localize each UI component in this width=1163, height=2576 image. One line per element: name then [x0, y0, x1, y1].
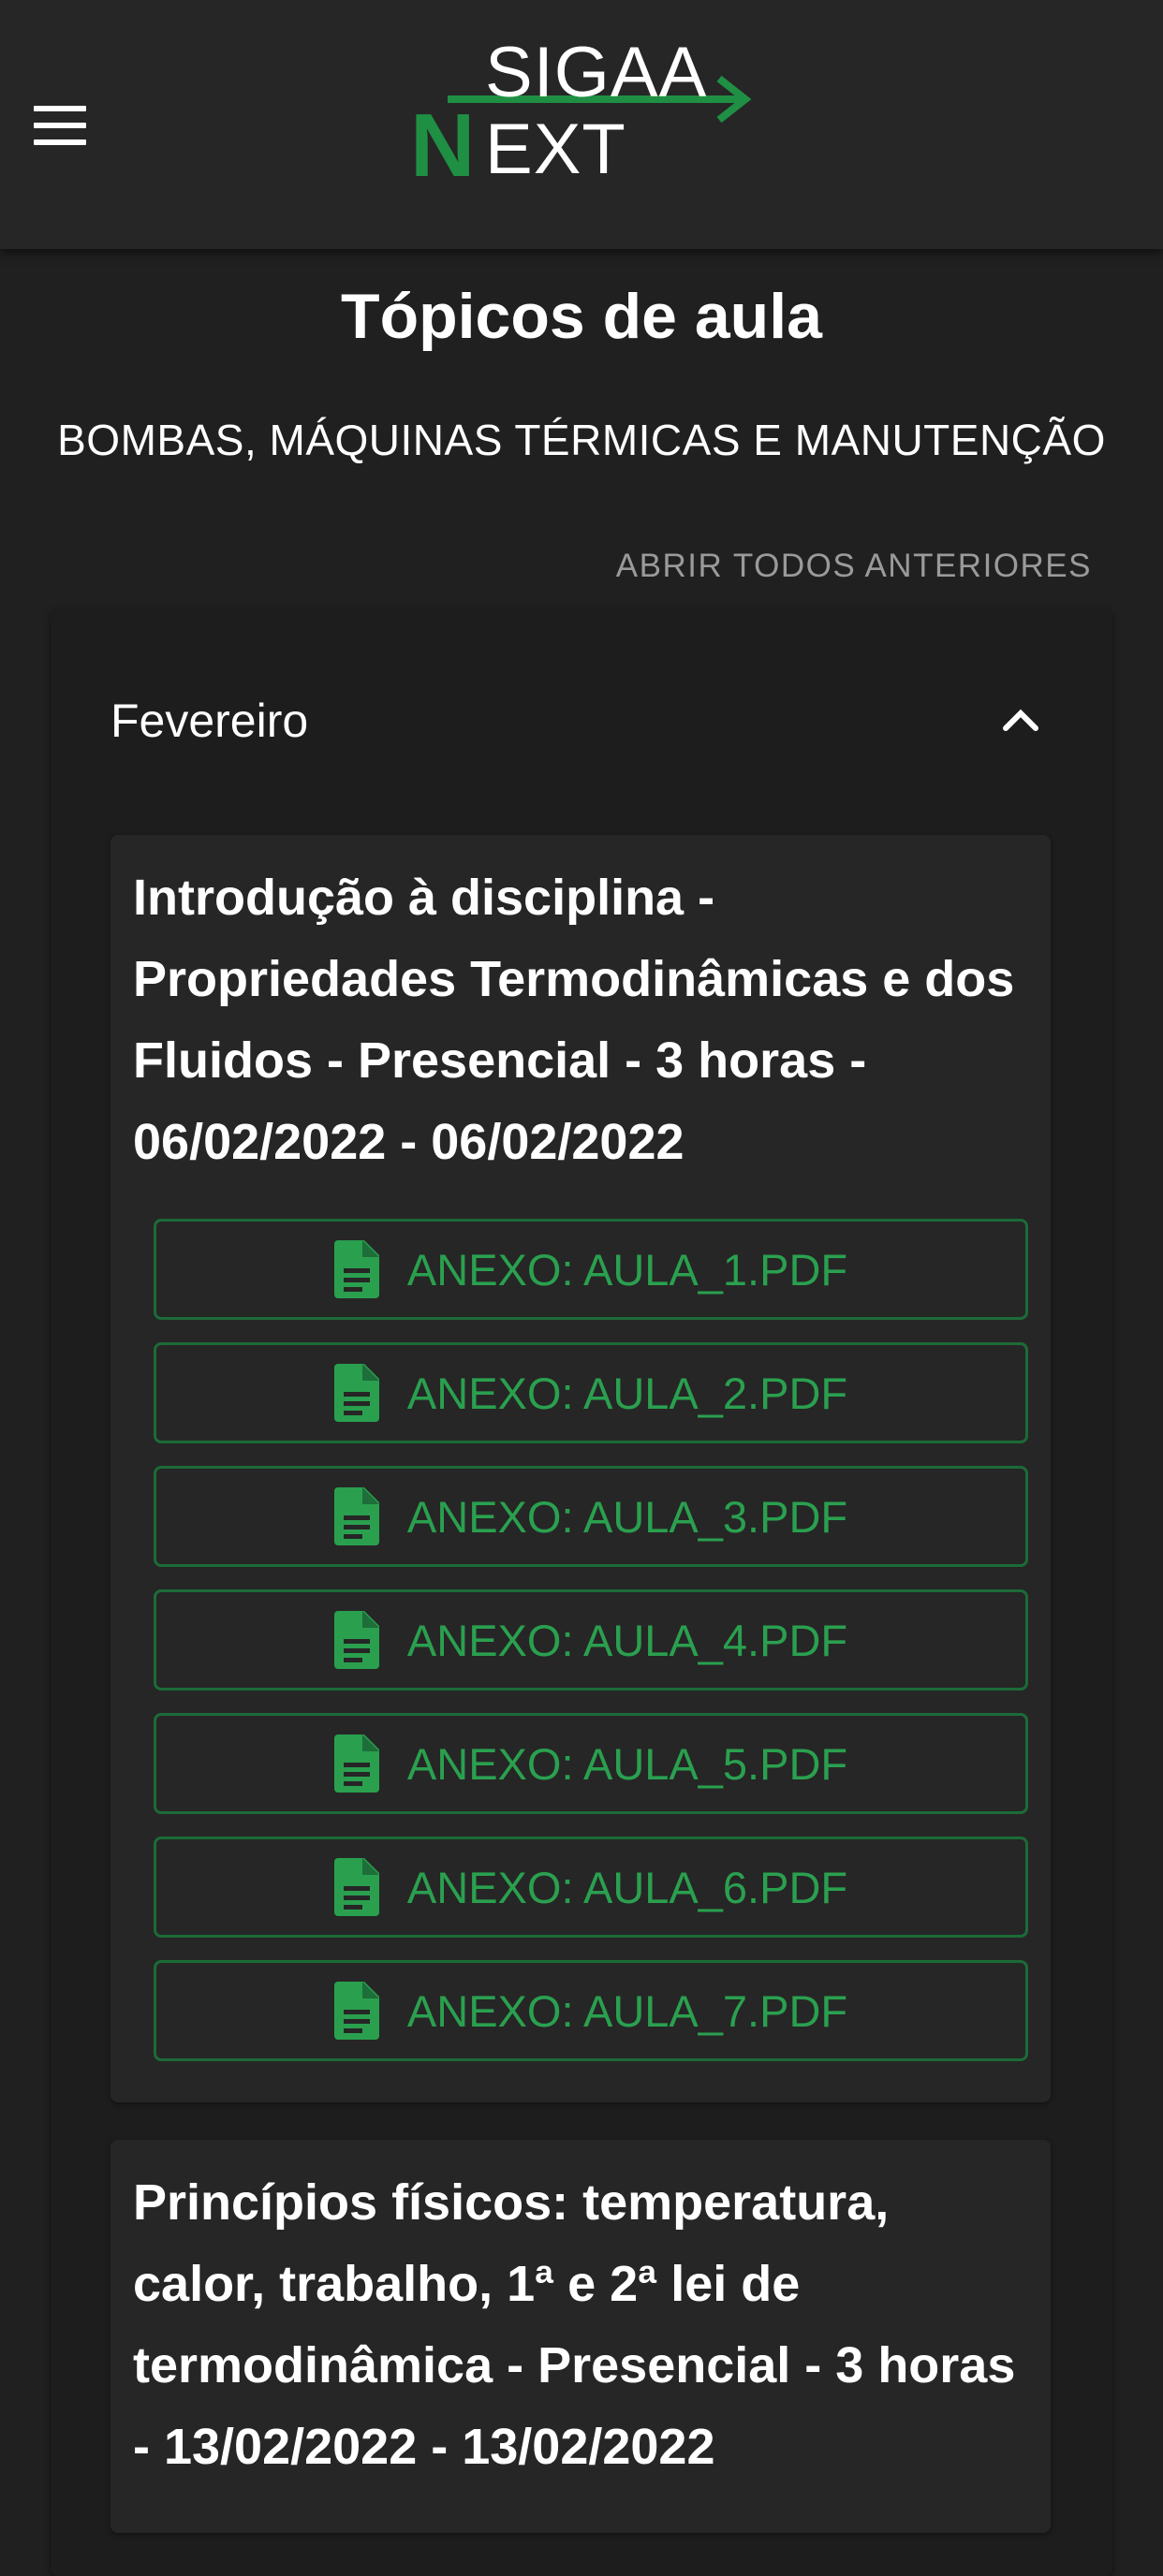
document-icon	[333, 1611, 379, 1669]
open-all-previous-button[interactable]: ABRIR TODOS ANTERIORES	[616, 545, 1092, 588]
attachment-label: ANEXO: AULA_2.PDF	[406, 1368, 848, 1418]
topic-card: Princípios físicos: temperatura, calor, …	[110, 2140, 1051, 2533]
attachment-button[interactable]: ANEXO: AULA_1.PDF	[154, 1219, 1028, 1320]
attachment-label: ANEXO: AULA_7.PDF	[406, 1985, 848, 2036]
attachment-button[interactable]: ANEXO: AULA_6.PDF	[154, 1837, 1028, 1938]
document-icon	[333, 1982, 379, 2040]
logo-text-sigaa: SIGAA	[485, 33, 708, 112]
chevron-up-icon	[1003, 709, 1038, 731]
document-icon	[333, 1364, 379, 1422]
attachment-label: ANEXO: AULA_3.PDF	[406, 1491, 848, 1542]
attachment-button[interactable]: ANEXO: AULA_5.PDF	[154, 1713, 1028, 1814]
page-title: Tópicos de aula	[341, 281, 822, 352]
logo-letter-n: N	[410, 95, 476, 196]
topic-card: Introdução à disciplina - Propriedades T…	[110, 835, 1051, 2102]
attachment-button[interactable]: ANEXO: AULA_4.PDF	[154, 1589, 1028, 1690]
month-toggle[interactable]: Fevereiro	[51, 674, 1112, 768]
attachment-label: ANEXO: AULA_1.PDF	[406, 1244, 848, 1295]
document-icon	[333, 1487, 379, 1545]
topic-title: Princípios físicos: temperatura, calor, …	[133, 2174, 1016, 2475]
course-name: BOMBAS, MÁQUINAS TÉRMICAS E MANUTENÇÃO	[57, 416, 1106, 464]
month-panel: Fevereiro Introdução à disciplina - Prop…	[51, 610, 1112, 2576]
attachment-label: ANEXO: AULA_4.PDF	[406, 1615, 848, 1665]
attachment-label: ANEXO: AULA_5.PDF	[406, 1738, 848, 1789]
document-icon	[333, 1240, 379, 1298]
topic-title: Introdução à disciplina - Propriedades T…	[133, 870, 1015, 1170]
hamburger-menu-icon[interactable]	[34, 97, 99, 154]
attachment-label: ANEXO: AULA_6.PDF	[406, 1862, 848, 1912]
attachment-button[interactable]: ANEXO: AULA_2.PDF	[154, 1342, 1028, 1443]
document-icon	[333, 1734, 379, 1793]
attachment-list: ANEXO: AULA_1.PDF ANEXO: AULA_2.PDF ANEX…	[110, 1183, 1051, 2061]
document-icon	[333, 1858, 379, 1916]
month-label: Fevereiro	[110, 695, 309, 747]
attachment-button[interactable]: ANEXO: AULA_7.PDF	[154, 1960, 1028, 2061]
sigaa-next-logo: SIGAA N EXT	[410, 34, 757, 193]
app-bar: SIGAA N EXT	[0, 0, 1163, 249]
attachment-button[interactable]: ANEXO: AULA_3.PDF	[154, 1466, 1028, 1567]
logo-text-ext: EXT	[485, 110, 626, 189]
